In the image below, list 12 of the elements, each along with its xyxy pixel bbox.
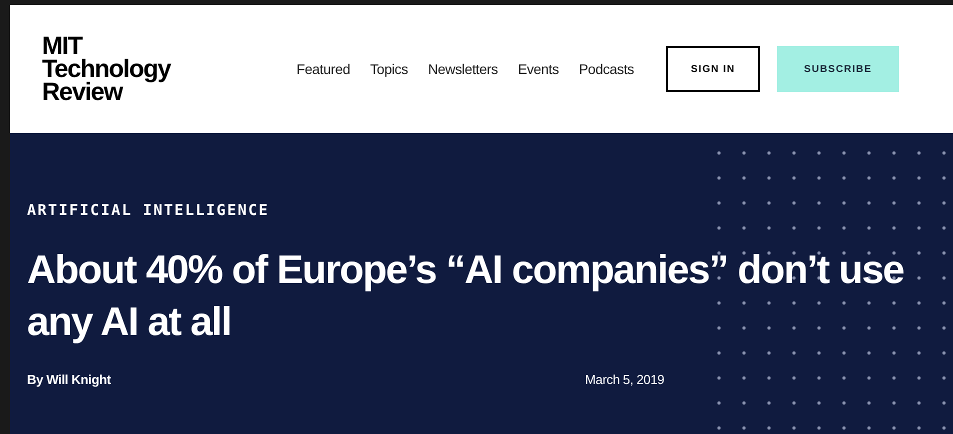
site-logo[interactable]: MIT Technology Review bbox=[42, 34, 170, 104]
byline: By Will Knight bbox=[27, 370, 112, 389]
nav-link[interactable]: Podcasts bbox=[578, 58, 634, 80]
nav-link[interactable]: Newsletters bbox=[428, 58, 498, 80]
nav-link[interactable]: Featured bbox=[296, 58, 350, 80]
subscribe-button[interactable]: SUBSCRIBE bbox=[777, 46, 899, 92]
publish-date: March 5, 2019 bbox=[585, 370, 664, 388]
article-title: About 40% of Europe’s “AI companies” don’t use any AI at all bbox=[27, 246, 905, 346]
category-label[interactable]: ARTIFICIAL INTELLIGENCE bbox=[27, 199, 953, 222]
nav-link[interactable]: Events bbox=[518, 58, 559, 80]
nav-link[interactable]: Topics bbox=[370, 58, 408, 80]
sign-in-button[interactable]: SIGN IN bbox=[666, 46, 760, 92]
